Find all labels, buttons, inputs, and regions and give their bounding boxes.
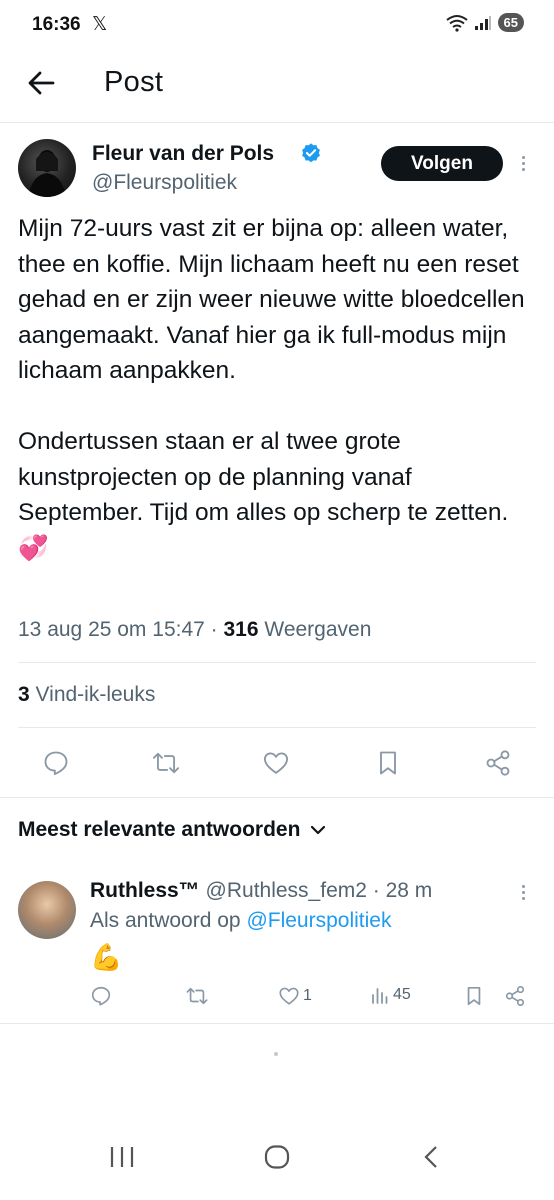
avatar-silhouette-icon bbox=[28, 150, 66, 197]
reply-author-name[interactable]: Ruthless™ bbox=[90, 879, 200, 902]
bookmark-button[interactable] bbox=[370, 745, 406, 781]
reply-to-link[interactable]: @Fleurspolitiek bbox=[246, 909, 391, 932]
back-arrow-icon[interactable] bbox=[26, 68, 56, 98]
bookmark-icon bbox=[380, 751, 396, 775]
verified-badge-icon bbox=[302, 143, 320, 163]
header-divider bbox=[0, 122, 554, 123]
reply-text: 💪 bbox=[90, 942, 123, 972]
chevron-down-icon bbox=[311, 825, 326, 835]
repost-icon bbox=[152, 752, 180, 774]
loading-indicator bbox=[274, 1052, 278, 1056]
analytics-icon bbox=[372, 988, 388, 1004]
recent-apps-icon[interactable] bbox=[108, 1145, 136, 1169]
reply-divider bbox=[0, 1023, 554, 1024]
share-icon bbox=[486, 750, 510, 776]
x-app-icon: 𝕏 bbox=[92, 14, 108, 35]
reply-comment-button[interactable] bbox=[90, 985, 112, 1007]
reply-header: Ruthless™ @Ruthless_fem2 · 28 m bbox=[90, 879, 432, 903]
meta-separator: · bbox=[204, 618, 224, 641]
reply-share-button[interactable] bbox=[504, 985, 526, 1007]
status-icons: 65 bbox=[445, 13, 524, 32]
reply-like-button[interactable]: 1 bbox=[278, 985, 312, 1007]
reply-views-button[interactable]: 45 bbox=[370, 985, 411, 1005]
author-avatar[interactable] bbox=[18, 139, 76, 197]
post-timestamp: 13 aug 25 om 15:47 bbox=[18, 618, 205, 641]
meta-divider bbox=[18, 662, 536, 663]
reply-button[interactable] bbox=[38, 745, 74, 781]
reply-author-avatar[interactable] bbox=[18, 881, 76, 939]
likes-count: 3 bbox=[18, 683, 30, 706]
repost-icon bbox=[186, 987, 208, 1005]
back-nav-icon[interactable] bbox=[420, 1145, 444, 1169]
reply-time: · 28 m bbox=[372, 879, 433, 902]
post-meta: 13 aug 25 om 15:47 · 316 Weergaven bbox=[18, 618, 371, 642]
heart-icon bbox=[279, 987, 299, 1005]
page-title: Post bbox=[104, 66, 164, 98]
status-time: 16:36 bbox=[32, 14, 81, 35]
wifi-icon bbox=[445, 14, 468, 32]
views-count: 316 bbox=[223, 618, 259, 641]
follow-button[interactable]: Volgen bbox=[381, 146, 503, 181]
reply-context: Als antwoord op @Fleurspolitiek bbox=[90, 909, 391, 933]
likes-label: Vind-ik-leuks bbox=[29, 683, 156, 706]
signal-icon bbox=[474, 15, 491, 30]
reply-views-count: 45 bbox=[393, 986, 411, 1003]
comment-icon bbox=[44, 751, 68, 776]
bookmark-icon bbox=[467, 986, 481, 1006]
reply-author-handle[interactable]: @Ruthless_fem2 bbox=[206, 879, 367, 902]
author-name[interactable]: Fleur van der Pols bbox=[92, 142, 274, 166]
reply-repost-button[interactable] bbox=[185, 985, 209, 1007]
likes-divider bbox=[18, 727, 536, 728]
reply-context-prefix: Als antwoord op bbox=[90, 909, 247, 932]
likes-summary[interactable]: 3 Vind-ik-leuks bbox=[18, 683, 155, 707]
like-button[interactable] bbox=[258, 745, 294, 781]
battery-indicator: 65 bbox=[497, 13, 524, 32]
share-button[interactable] bbox=[480, 745, 516, 781]
reply-like-count: 1 bbox=[303, 987, 312, 1004]
post-text: Mijn 72-uurs vast zit er bijna op: allee… bbox=[18, 215, 525, 562]
replies-sort-dropdown[interactable]: Meest relevante antwoorden bbox=[18, 818, 326, 842]
author-handle[interactable]: @Fleurspolitiek bbox=[92, 171, 237, 195]
reply-more-options-icon[interactable] bbox=[520, 885, 526, 900]
comment-icon bbox=[91, 986, 111, 1006]
repost-button[interactable] bbox=[148, 745, 184, 781]
heart-icon bbox=[263, 752, 289, 774]
home-icon[interactable] bbox=[263, 1145, 291, 1169]
actions-divider bbox=[0, 797, 554, 798]
reply-bookmark-button[interactable] bbox=[464, 985, 484, 1007]
post-more-options-icon[interactable] bbox=[520, 156, 526, 171]
replies-sort-label: Meest relevante antwoorden bbox=[18, 818, 301, 841]
share-icon bbox=[505, 986, 525, 1006]
views-label: Weergaven bbox=[258, 618, 372, 641]
